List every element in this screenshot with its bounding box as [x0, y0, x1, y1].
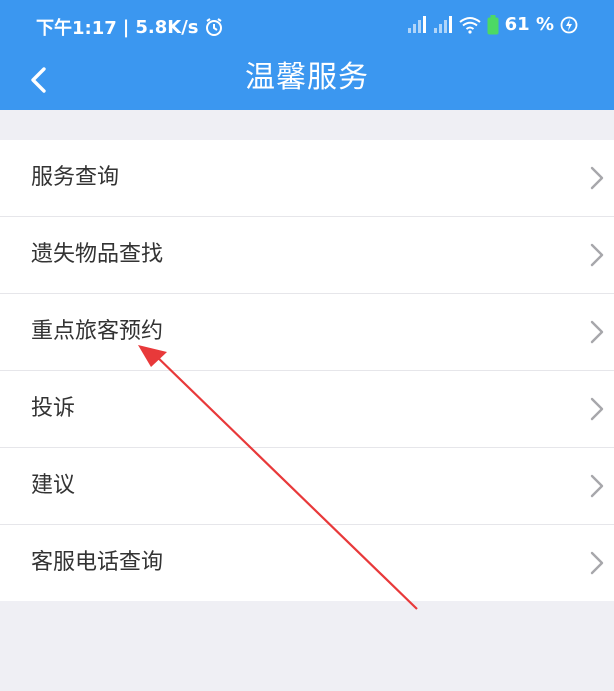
- menu-item-hotline-query[interactable]: 客服电话查询: [0, 525, 614, 601]
- chevron-right-icon: [590, 551, 604, 579]
- signal-icon-1: [407, 15, 427, 34]
- chevron-right-icon: [590, 474, 604, 502]
- page-title: 温馨服务: [245, 60, 369, 95]
- service-menu-list: 服务查询 遗失物品查找 重点旅客预约 投诉 建议 客服电话查询: [0, 140, 614, 601]
- menu-item-suggestion[interactable]: 建议: [0, 448, 614, 525]
- status-bar: 下午1:17 | 5.8K/s 61 %: [0, 0, 614, 50]
- network-speed: 5.8K/s: [135, 16, 199, 38]
- menu-item-label: 建议: [31, 473, 76, 498]
- status-separator: |: [122, 16, 130, 38]
- signal-icon-2: [433, 15, 453, 34]
- chevron-right-icon: [590, 320, 604, 348]
- alarm-icon: [204, 17, 224, 37]
- wifi-icon: [459, 16, 481, 34]
- app-header: 下午1:17 | 5.8K/s 61 % 温馨服务: [0, 0, 614, 110]
- chevron-right-icon: [590, 166, 604, 194]
- status-time: 下午1:17: [36, 18, 117, 39]
- chevron-right-icon: [590, 397, 604, 425]
- menu-item-label: 服务查询: [31, 165, 120, 190]
- battery-level: 61 %: [504, 14, 554, 35]
- menu-item-priority-passenger[interactable]: 重点旅客预约: [0, 294, 614, 371]
- menu-item-lost-items[interactable]: 遗失物品查找: [0, 217, 614, 294]
- menu-item-service-query[interactable]: 服务查询: [0, 140, 614, 217]
- menu-item-label: 投诉: [31, 396, 76, 421]
- chevron-right-icon: [590, 243, 604, 271]
- battery-icon: [487, 14, 499, 35]
- menu-item-label: 遗失物品查找: [31, 242, 164, 267]
- charging-icon: [560, 16, 578, 34]
- title-bar: 温馨服务: [0, 50, 614, 110]
- menu-item-label: 客服电话查询: [31, 550, 164, 575]
- menu-item-complaint[interactable]: 投诉: [0, 371, 614, 448]
- menu-item-label: 重点旅客预约: [31, 319, 164, 344]
